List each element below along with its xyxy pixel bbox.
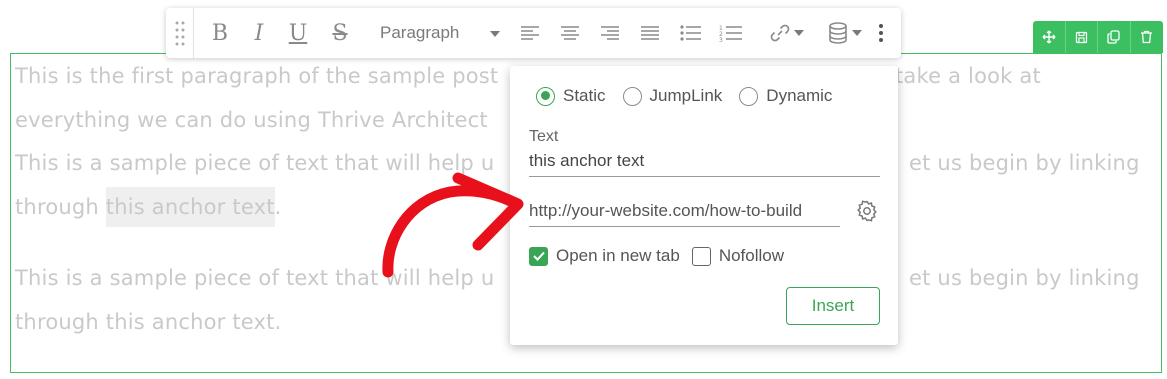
checkmark-icon (532, 251, 545, 261)
underline-icon: U (288, 20, 308, 46)
nofollow-checkbox[interactable] (691, 246, 711, 266)
strikethrough-button[interactable]: S (328, 17, 352, 49)
duplicate-button[interactable] (1098, 21, 1131, 53)
text-field-label: Text (529, 128, 559, 145)
url-input[interactable] (529, 199, 840, 227)
paragraph-text: . (274, 195, 282, 219)
underline-button[interactable]: U (286, 17, 310, 49)
radio-button-static[interactable] (536, 86, 555, 106)
chevron-down-icon (852, 30, 862, 36)
italic-icon: I (254, 20, 264, 46)
align-right-button[interactable] (598, 17, 622, 49)
paragraph-line-2: everything we can do using Thrive Archit… (15, 108, 488, 132)
link-icon (770, 24, 790, 42)
delete-button[interactable] (1131, 21, 1164, 53)
align-center-button[interactable] (558, 17, 582, 49)
more-options-button[interactable] (872, 17, 890, 49)
paragraph-line-1: This is the first paragraph of the sampl… (15, 64, 499, 88)
bold-icon: B (211, 20, 229, 46)
link-type-radio-group: Static JumpLink Dynamic (536, 86, 849, 106)
strikethrough-icon: S (332, 20, 348, 46)
dynamic-data-button[interactable] (816, 17, 862, 49)
paragraph-line-1-end: take a look at (895, 64, 1041, 88)
open-new-tab-label: Open in new tab (556, 246, 680, 265)
italic-button[interactable]: I (248, 17, 270, 49)
paragraph-line-5-end: et us begin by linking (909, 266, 1140, 290)
anchor-text-input[interactable] (529, 149, 880, 177)
database-icon (829, 22, 847, 44)
delete-icon (1141, 30, 1153, 44)
align-left-button[interactable] (518, 17, 542, 49)
move-icon (1042, 30, 1056, 44)
align-justify-icon (641, 26, 659, 40)
link-button[interactable] (760, 17, 804, 49)
gear-icon (857, 200, 877, 222)
paragraph-line-4: through this anchor text. (15, 185, 282, 229)
selected-anchor-text[interactable]: this anchor text (105, 187, 275, 227)
radio-label-dynamic: Dynamic (766, 86, 833, 105)
radio-button-dynamic[interactable] (739, 86, 759, 106)
nofollow-label: Nofollow (718, 246, 785, 265)
chevron-down-icon (794, 30, 804, 36)
align-center-icon (561, 26, 579, 40)
toolbar-drag-handle[interactable] (166, 8, 194, 58)
insert-link-button[interactable]: Insert (786, 287, 880, 325)
link-settings-button[interactable] (855, 199, 879, 223)
paragraph-line-3-end: et us begin by linking (909, 151, 1140, 175)
radio-label-jumplink: JumpLink (649, 86, 723, 105)
svg-text:3: 3 (719, 37, 723, 42)
chevron-down-icon (490, 31, 500, 37)
element-controls (1033, 21, 1163, 53)
link-options-checkboxes: Open in new tab Nofollow (529, 246, 796, 266)
bulleted-list-button[interactable] (678, 17, 704, 49)
radio-option-static[interactable]: Static (536, 86, 606, 106)
paragraph-line-5: This is a sample piece of text that will… (15, 266, 495, 290)
checkbox-option-new-tab[interactable]: Open in new tab (529, 246, 680, 266)
radio-button-jumplink[interactable] (622, 86, 642, 106)
link-settings-popup: Static JumpLink Dynamic Text Open in new… (510, 66, 898, 345)
align-right-icon (601, 26, 619, 40)
bold-button[interactable]: B (208, 17, 232, 49)
text-formatting-toolbar: B I U S Paragraph 123 (166, 8, 901, 58)
numbered-list-icon: 123 (719, 25, 742, 42)
move-button[interactable] (1033, 21, 1066, 53)
bulleted-list-icon (680, 25, 701, 41)
paragraph-line-6: through this anchor text. (15, 310, 282, 334)
align-left-icon (521, 26, 539, 40)
open-new-tab-checkbox[interactable] (529, 246, 548, 266)
paragraph-text: through (15, 195, 106, 219)
radio-label-static: Static (563, 86, 606, 105)
radio-option-dynamic[interactable]: Dynamic (739, 86, 832, 106)
align-justify-button[interactable] (638, 17, 662, 49)
paragraph-line-3: This is a sample piece of text that will… (15, 151, 495, 175)
radio-option-jumplink[interactable]: JumpLink (622, 86, 723, 106)
paragraph-select-label: Paragraph (380, 23, 460, 42)
checkbox-option-nofollow[interactable]: Nofollow (691, 246, 785, 266)
paragraph-style-select[interactable]: Paragraph (380, 17, 508, 49)
duplicate-icon (1107, 30, 1120, 44)
numbered-list-button[interactable]: 123 (718, 17, 744, 49)
save-icon (1075, 31, 1087, 43)
save-template-button[interactable] (1066, 21, 1098, 53)
more-vertical-icon (879, 24, 883, 42)
drag-handle-icon (175, 21, 184, 46)
